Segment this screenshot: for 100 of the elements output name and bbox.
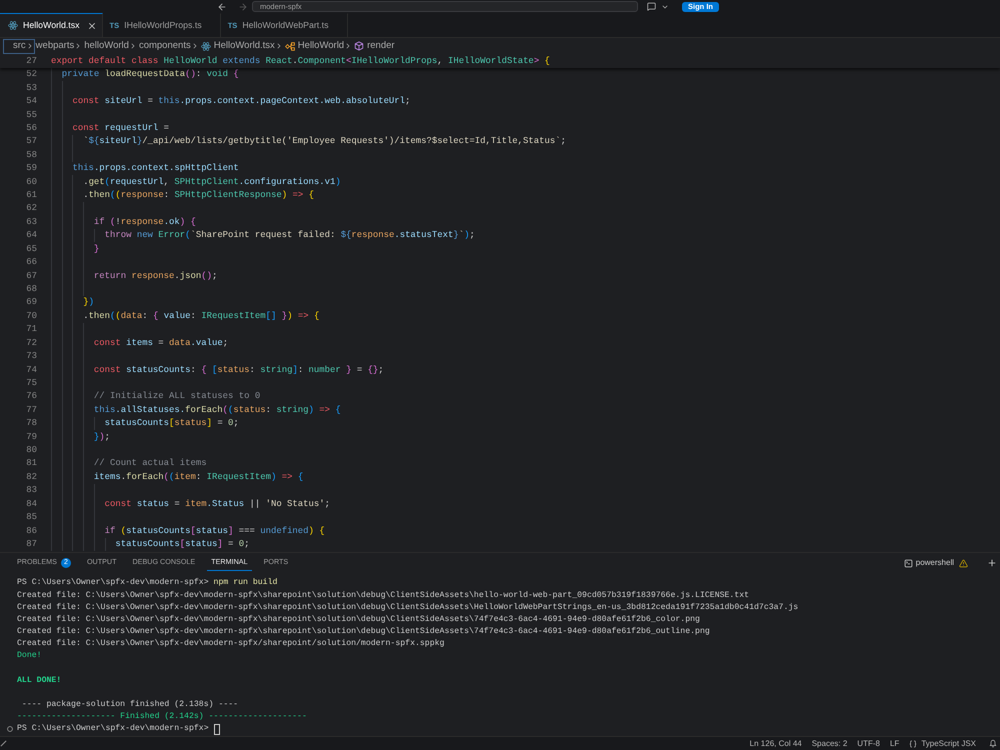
code-line: .then((data: { value: IRequestItem[] }) => { <box>83 312 320 321</box>
breadcrumb-item[interactable]: webparts <box>34 38 84 54</box>
code-line: if (statusCounts[status] === undefined) { <box>104 526 325 536</box>
line-number: 59 <box>26 164 37 174</box>
chat-icon <box>647 2 656 11</box>
line-number: 63 <box>26 218 37 227</box>
line-number: 84 <box>26 500 37 509</box>
code-line: }) <box>83 298 94 308</box>
line-number: 68 <box>26 284 37 294</box>
terminal-line: Created file: C:\Users\Owner\spfx-dev\modern-spfx/sharepoint/solution/modern-spfx.sppkg <box>17 640 444 648</box>
close-icon[interactable] <box>86 20 97 30</box>
breadcrumb-item[interactable]: HelloWorld.tsx <box>200 38 284 54</box>
line-number: 80 <box>26 446 37 455</box>
line-number: 66 <box>26 258 37 268</box>
line-number: 62 <box>26 204 37 214</box>
slash-icon[interactable] <box>0 740 7 747</box>
terminal-line: PS C:\Users\Owner\spfx-dev\modern-spfx> npm run build <box>17 579 278 588</box>
line-number: 53 <box>26 84 37 93</box>
line-number: 81 <box>26 459 37 468</box>
code-line: .then((response: SPHttpClientResponse) => { <box>83 191 314 200</box>
class-symbol-icon <box>284 42 295 50</box>
line-number: 71 <box>26 325 37 334</box>
code-line: statusCounts[status] = 0; <box>115 540 250 549</box>
line-number: 83 <box>26 486 37 496</box>
code-line: this.props.context.spHttpClient <box>72 164 239 174</box>
bell-icon[interactable] <box>989 739 997 748</box>
line-number: 61 <box>26 191 37 200</box>
line-number: 54 <box>26 97 37 106</box>
code-line: return response.json(); <box>94 272 218 281</box>
terminal-line: Created file: C:\Users\Owner\spfx-dev\modern-spfx\sharepoint\solution\debug\ClientSideAssets\hello-world-web-part_09cd057b319f1839766e.js.LICENSE.txt <box>17 592 750 600</box>
line-number: 82 <box>26 472 37 482</box>
warning-icon[interactable] <box>959 558 968 568</box>
breadcrumb-item[interactable]: render <box>353 38 396 54</box>
code-line: `${siteUrl}/_api/web/lists/getbytitle('Employee Requests')/items?$select=Id,Title,Status`; <box>83 137 566 146</box>
line-number: 79 <box>26 432 37 442</box>
line-number: 58 <box>26 150 37 160</box>
breadcrumb-item[interactable]: components <box>138 38 200 54</box>
code-line: const status = item.Status || 'No Status'; <box>104 500 330 509</box>
terminal-line: Created file: C:\Users\Owner\spfx-dev\modern-spfx\sharepoint\solution\debug\ClientSideAssets\74f7e4c3-6ac4-4691-94e9-d80afe61f2b6_color.png <box>17 616 700 624</box>
status-bar-item[interactable]: Ln 126, Col 44 <box>746 738 805 750</box>
terminal-selector[interactable]: powershell <box>904 557 954 569</box>
line-number: 77 <box>26 406 37 415</box>
line-number: 27 <box>26 56 37 66</box>
code-line: .get(requestUrl, SPHttpClient.configurations.v1) <box>83 178 341 187</box>
terminal-line: ALL DONE! <box>17 676 62 685</box>
code-line: items.forEach((item: IRequestItem) => { <box>94 472 304 482</box>
line-number: 65 <box>26 244 37 254</box>
line-number: 72 <box>26 338 37 348</box>
line-number: 76 <box>26 392 37 402</box>
breadcrumb-item[interactable]: HelloWorld <box>284 38 354 54</box>
terminal-line: Created file: C:\Users\Owner\spfx-dev\modern-spfx\sharepoint\solution\debug\ClientSideAssets\74f7e4c3-6ac4-4691-94e9-d80afe61f2b6_outline.png <box>17 628 710 636</box>
back-arrow-icon[interactable] <box>217 2 227 12</box>
terminal-line: Done! <box>17 652 42 661</box>
line-number: 55 <box>26 110 37 120</box>
line-number: 69 <box>26 298 37 308</box>
code-line: const requestUrl = <box>72 124 170 133</box>
status-bar-item[interactable]: TypeScript JSX <box>906 738 979 750</box>
code-line: this.allStatuses.forEach((status: string) => { <box>94 406 341 415</box>
code-line: export default class HelloWorld extends React.Component<IHelloWorldProps, IHelloWorldState> { <box>51 56 550 66</box>
line-number: 60 <box>26 178 37 187</box>
breadcrumb-item[interactable]: helloWorld <box>83 38 138 54</box>
line-number: 70 <box>26 312 37 321</box>
status-bar-item[interactable]: Spaces: 2 <box>808 738 850 750</box>
status-bar-item[interactable]: UTF-8 <box>854 738 883 750</box>
react-atom-icon <box>8 21 18 30</box>
line-number: 87 <box>26 540 37 549</box>
code-line: if (!response.ok) { <box>94 218 196 227</box>
code-line: // Initialize ALL statuses to 0 <box>94 392 260 402</box>
line-number: 74 <box>26 366 37 374</box>
code-line: const statusCounts: { [status: string]: number } = {}; <box>94 366 384 374</box>
code-line: statusCounts[status] = 0; <box>104 419 239 428</box>
code-line: const items = data.value; <box>94 338 228 348</box>
code-line: const siteUrl = this.props.context.pageContext.web.absoluteUrl; <box>72 97 410 106</box>
line-number: 85 <box>26 513 37 522</box>
line-number: 64 <box>26 231 37 240</box>
line-number: 78 <box>26 419 37 428</box>
terminal-line: Created file: C:\Users\Owner\spfx-dev\modern-spfx\sharepoint\solution\debug\ClientSideAssets\HelloWorldWebPartStrings_en-us_3bd812ceda191f7235a1db0c41d7c3a7.js <box>17 604 798 612</box>
breadcrumb-item[interactable]: src <box>3 38 35 54</box>
code-line: private loadRequestData(): void { <box>62 70 239 80</box>
terminal-icon <box>904 558 913 568</box>
line-number: 86 <box>26 526 37 536</box>
line-number: 56 <box>26 124 37 133</box>
terminal-line: PS C:\Users\Owner\spfx-dev\modern-spfx> <box>17 725 209 734</box>
code-line: }); <box>94 432 110 442</box>
code-line: // Count actual items <box>94 459 207 468</box>
terminal-line: -------------------- Finished (2.142s) -------------------- <box>17 713 307 722</box>
braces-icon <box>909 740 918 748</box>
line-number: 52 <box>26 70 37 80</box>
line-number: 75 <box>26 378 37 388</box>
react-atom-icon <box>200 42 211 50</box>
line-number: 67 <box>26 272 37 281</box>
cube-icon <box>354 41 364 51</box>
code-line: } <box>94 244 100 254</box>
plus-icon[interactable] <box>987 558 997 568</box>
line-number: 57 <box>26 137 37 146</box>
editor-tab[interactable]: HelloWorld.tsx <box>0 13 103 37</box>
line-number: 73 <box>26 352 37 362</box>
terminal-line: ---- package-solution finished (2.138s) ---- <box>20 700 238 710</box>
code-line: throw new Error(`SharePoint request failed: ${response.statusText}`); <box>104 231 475 240</box>
status-bar-item[interactable]: LF <box>886 738 902 750</box>
